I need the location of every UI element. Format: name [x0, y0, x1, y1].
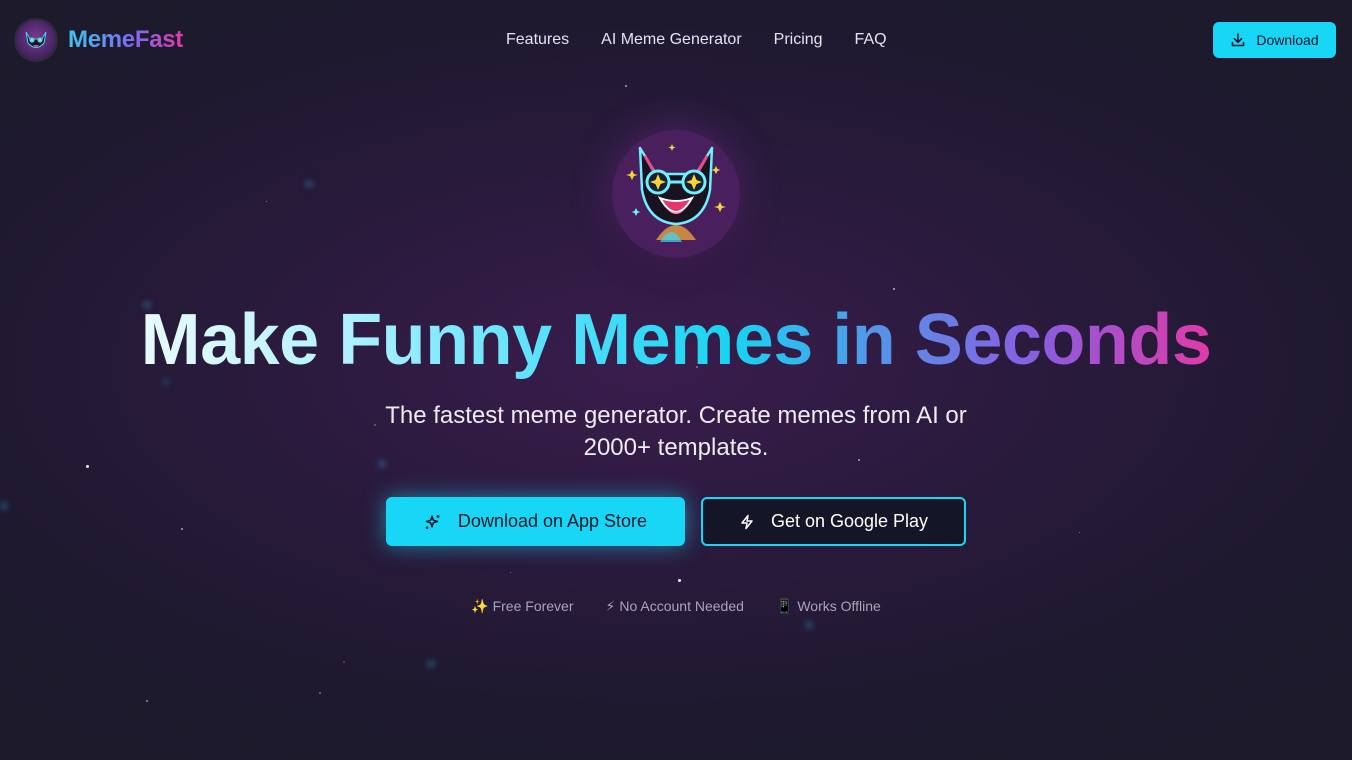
sparkles-emoji-icon: ✨ — [471, 598, 489, 614]
hero-mascot-logo — [612, 130, 740, 258]
brand-name: MemeFast — [68, 26, 183, 53]
brand-home-link[interactable]: MemeFast — [16, 20, 183, 60]
top-navigation: MemeFast Features AI Meme Generator Pric… — [0, 0, 1352, 80]
nav-link-pricing[interactable]: Pricing — [774, 30, 823, 50]
nav-link-ai-meme-generator[interactable]: AI Meme Generator — [601, 30, 742, 50]
nav-download-label: Download — [1256, 32, 1319, 48]
lightning-icon — [741, 514, 753, 529]
cat-mascot-icon — [612, 130, 740, 258]
lightning-emoji-icon: ⚡ — [605, 598, 616, 614]
mobile-phone-emoji-icon: 📱 — [775, 598, 794, 614]
feature-works-offline: 📱 Works Offline — [776, 596, 881, 616]
nav-link-features[interactable]: Features — [506, 30, 569, 50]
feature-label: Works Offline — [797, 598, 881, 614]
app-store-button-label: Download on App Store — [457, 511, 648, 531]
google-play-button[interactable]: Get on Google Play — [701, 497, 966, 546]
feature-free-forever: ✨ Free Forever — [471, 596, 573, 616]
nav-link-faq[interactable]: FAQ — [855, 30, 887, 50]
nav-download-button[interactable]: Download — [1213, 22, 1336, 58]
hero-subtitle: The fastest meme generator. Create memes… — [385, 402, 967, 461]
cat-mascot-icon — [16, 20, 56, 60]
download-icon — [1232, 33, 1245, 47]
sparkles-icon — [425, 514, 440, 529]
google-play-button-label: Get on Google Play — [770, 511, 929, 531]
feature-no-account: ⚡ No Account Needed — [606, 596, 744, 616]
hero-headline: Make Funny Memes in Seconds — [140, 300, 1212, 380]
nav-links: Features AI Meme Generator Pricing FAQ — [506, 30, 887, 50]
feature-highlights: ✨ Free Forever ⚡ No Account Needed 📱 Wor… — [0, 596, 1352, 616]
feature-label: Free Forever — [492, 598, 574, 614]
app-store-download-button[interactable]: Download on App Store — [386, 497, 685, 546]
feature-label: No Account Needed — [619, 598, 744, 614]
